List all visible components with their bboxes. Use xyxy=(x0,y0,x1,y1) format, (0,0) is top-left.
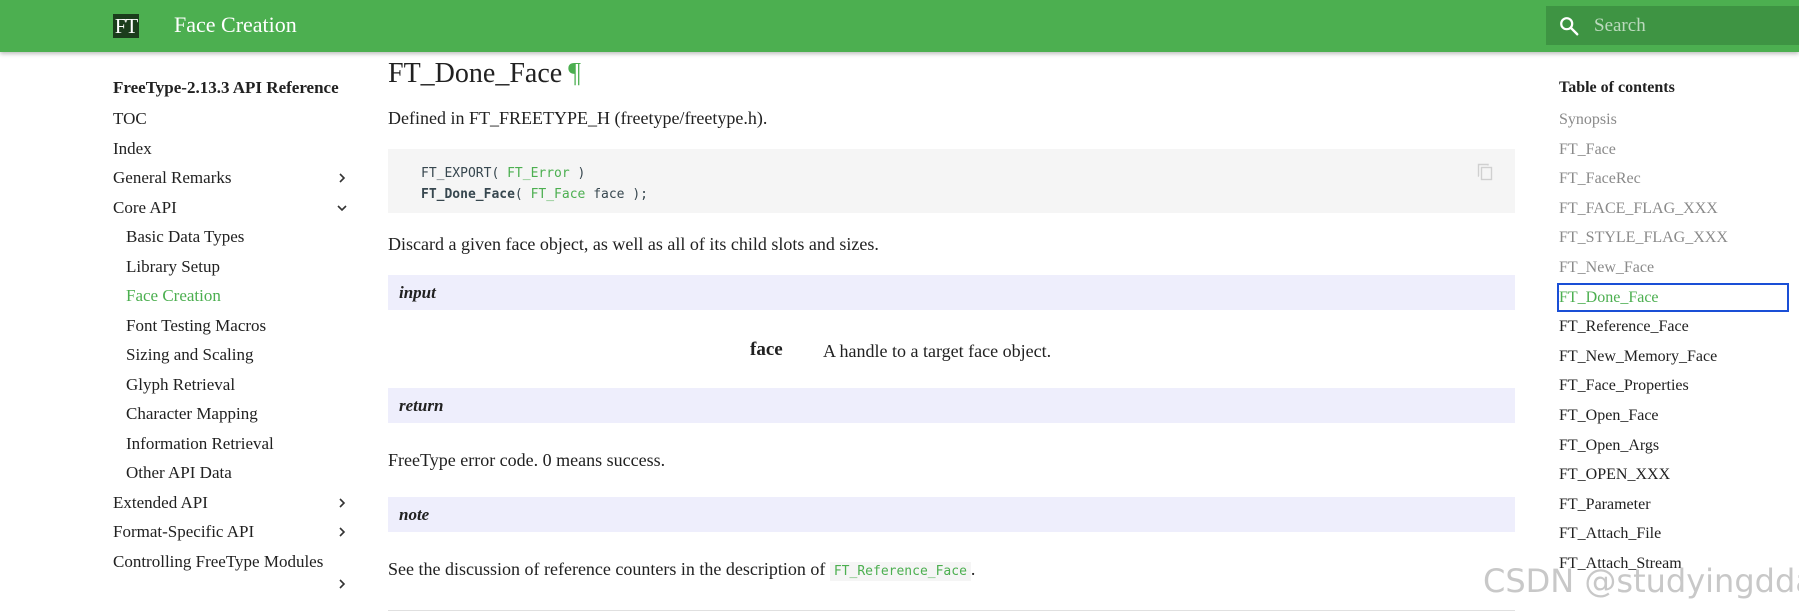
input-section-header: input xyxy=(388,275,1515,310)
code-text: FT_EXPORT( xyxy=(421,166,508,181)
toc-item-ft-new-memory-face[interactable]: FT_New_Memory_Face xyxy=(1559,342,1791,372)
note-text: See the discussion of reference counters… xyxy=(388,557,1515,584)
code-type-link[interactable]: FT_Error xyxy=(507,166,570,181)
toc-item-ft-open-args[interactable]: FT_Open_Args xyxy=(1559,431,1791,461)
sidebar-item-glyph-retrieval[interactable]: Glyph Retrieval xyxy=(113,370,348,400)
heading-text: FT_Done_Face xyxy=(388,58,563,89)
sidebar-item-label: Controlling FreeType Modules xyxy=(113,551,324,571)
toc-item-ft-style-flag-xxx[interactable]: FT_STYLE_FLAG_XXX xyxy=(1559,223,1791,253)
csdn-watermark: CSDN @studyingdda xyxy=(1483,562,1799,600)
table-of-contents: Table of contents Synopsis FT_Face FT_Fa… xyxy=(1557,78,1791,579)
sidebar-item-basic-data-types[interactable]: Basic Data Types xyxy=(113,222,348,252)
sidebar-reference-title[interactable]: FreeType-2.13.3 API Reference xyxy=(113,78,348,98)
sidebar-item-sizing-and-scaling[interactable]: Sizing and Scaling xyxy=(113,340,348,370)
permalink-anchor[interactable]: ¶ xyxy=(568,58,581,89)
sidebar-item-character-mapping[interactable]: Character Mapping xyxy=(113,399,348,429)
chevron-right-icon[interactable] xyxy=(336,578,348,590)
sidebar-item-label: Glyph Retrieval xyxy=(126,374,236,394)
sidebar-item-label: TOC xyxy=(113,109,147,128)
sidebar-item-extended-api[interactable]: Extended API xyxy=(113,488,348,518)
code-text: ) xyxy=(569,166,586,181)
sidebar-item-library-setup[interactable]: Library Setup xyxy=(113,252,348,282)
toc-item-ft-done-face[interactable]: FT_Done_Face xyxy=(1557,282,1789,313)
content-divider xyxy=(388,610,1515,611)
sidebar-item-face-creation[interactable]: Face Creation xyxy=(113,281,348,311)
code-function-name: FT_Done_Face xyxy=(421,187,515,202)
sidebar-item-label: Font Testing Macros xyxy=(126,315,267,335)
toc-item-ft-parameter[interactable]: FT_Parameter xyxy=(1559,490,1791,520)
top-header-bar: FT Face Creation xyxy=(0,0,1799,52)
toc-item-ft-attach-file[interactable]: FT_Attach_File xyxy=(1559,519,1791,549)
chevron-right-icon[interactable] xyxy=(336,526,348,538)
main-content: FT_Done_Face ¶ Defined in FT_FREETYPE_H (… xyxy=(388,52,1515,611)
sidebar-item-label: Library Setup xyxy=(126,256,220,276)
note-section-header: note xyxy=(388,497,1515,532)
code-block: FT_EXPORT( FT_Error ) FT_Done_Face( FT_F… xyxy=(388,149,1515,213)
code-text: face ); xyxy=(585,187,648,202)
description-text: Discard a given face object, as well as … xyxy=(388,234,879,254)
chevron-down-icon[interactable] xyxy=(336,202,348,214)
sidebar-item-label: Face Creation xyxy=(126,286,221,305)
toc-title: Table of contents xyxy=(1559,79,1675,96)
sidebar-item-toc[interactable]: TOC xyxy=(113,104,348,134)
sidebar-item-general-remarks[interactable]: General Remarks xyxy=(113,163,348,193)
search-icon[interactable] xyxy=(1558,15,1580,37)
toc-item-ft-facerec[interactable]: FT_FaceRec xyxy=(1559,164,1791,194)
chevron-right-icon[interactable] xyxy=(336,172,348,184)
sidebar-item-label: Sizing and Scaling xyxy=(126,345,254,364)
section-heading: FT_Done_Face ¶ xyxy=(388,54,1515,96)
note-text-prefix: See the discussion of reference counters… xyxy=(388,559,830,579)
sidebar-nav: FreeType-2.13.3 API Reference TOC Index … xyxy=(113,78,348,598)
parameter-description: A handle to a target face object. xyxy=(823,341,1052,361)
sidebar-item-label: Extended API xyxy=(113,492,208,512)
sidebar-item-information-retrieval[interactable]: Information Retrieval xyxy=(113,429,348,459)
sidebar-item-label: Basic Data Types xyxy=(126,227,245,246)
search-box[interactable] xyxy=(1546,6,1799,45)
code-line-2: FT_Done_Face( FT_Face face ); xyxy=(421,184,1515,205)
sidebar-item-label: Index xyxy=(113,138,152,158)
reference-face-link[interactable]: FT_Reference_Face xyxy=(829,562,971,581)
sidebar-item-label: Information Retrieval xyxy=(126,433,274,453)
code-type-link[interactable]: FT_Face xyxy=(531,187,586,202)
sidebar-item-format-specific-api[interactable]: Format-Specific API xyxy=(113,517,348,547)
toc-item-synopsis[interactable]: Synopsis xyxy=(1559,105,1791,135)
parameter-name: face xyxy=(750,339,783,360)
copy-icon[interactable] xyxy=(1477,163,1493,181)
sidebar-item-label: Format-Specific API xyxy=(113,522,255,541)
sidebar-item-font-testing-macros[interactable]: Font Testing Macros xyxy=(113,311,348,341)
sidebar-item-core-api[interactable]: Core API xyxy=(113,193,348,223)
toc-item-ft-open-face[interactable]: FT_Open_Face xyxy=(1559,401,1791,431)
toc-item-ft-reference-face[interactable]: FT_Reference_Face xyxy=(1559,312,1791,342)
freetype-logo[interactable]: FT xyxy=(113,14,139,38)
return-text: FreeType error code. 0 means success. xyxy=(388,450,666,470)
sidebar-item-label: Other API Data xyxy=(126,463,232,482)
return-section-header: return xyxy=(388,388,1515,423)
sidebar-item-index[interactable]: Index xyxy=(113,134,348,164)
toc-item-ft-new-face[interactable]: FT_New_Face xyxy=(1559,253,1791,283)
sidebar-item-controlling-freetype-modules-toggle[interactable] xyxy=(113,576,348,598)
sidebar-item-controlling-freetype-modules[interactable]: Controlling FreeType Modules xyxy=(113,547,348,577)
toc-item-ft-face[interactable]: FT_Face xyxy=(1559,135,1791,165)
sidebar-item-label: General Remarks xyxy=(113,168,232,187)
search-input[interactable] xyxy=(1594,10,1794,41)
toc-item-ft-face-flag-xxx[interactable]: FT_FACE_FLAG_XXX xyxy=(1559,194,1791,224)
parameter-row: face A handle to a target face object. xyxy=(388,310,1515,388)
toc-item-ft-open-xxx[interactable]: FT_OPEN_XXX xyxy=(1559,460,1791,490)
page-title: Face Creation xyxy=(174,12,297,37)
note-text-suffix: . xyxy=(970,559,976,579)
sidebar-item-label: Character Mapping xyxy=(126,404,258,423)
code-line-1: FT_EXPORT( FT_Error ) xyxy=(421,163,1515,184)
defined-in-text: Defined in FT_FREETYPE_H (freetype/freet… xyxy=(388,108,768,128)
sidebar-item-other-api-data[interactable]: Other API Data xyxy=(113,458,348,488)
toc-item-ft-face-properties[interactable]: FT_Face_Properties xyxy=(1559,371,1791,401)
code-text: ( xyxy=(514,187,531,202)
chevron-right-icon[interactable] xyxy=(336,497,348,509)
sidebar-item-label: Core API xyxy=(113,197,177,217)
